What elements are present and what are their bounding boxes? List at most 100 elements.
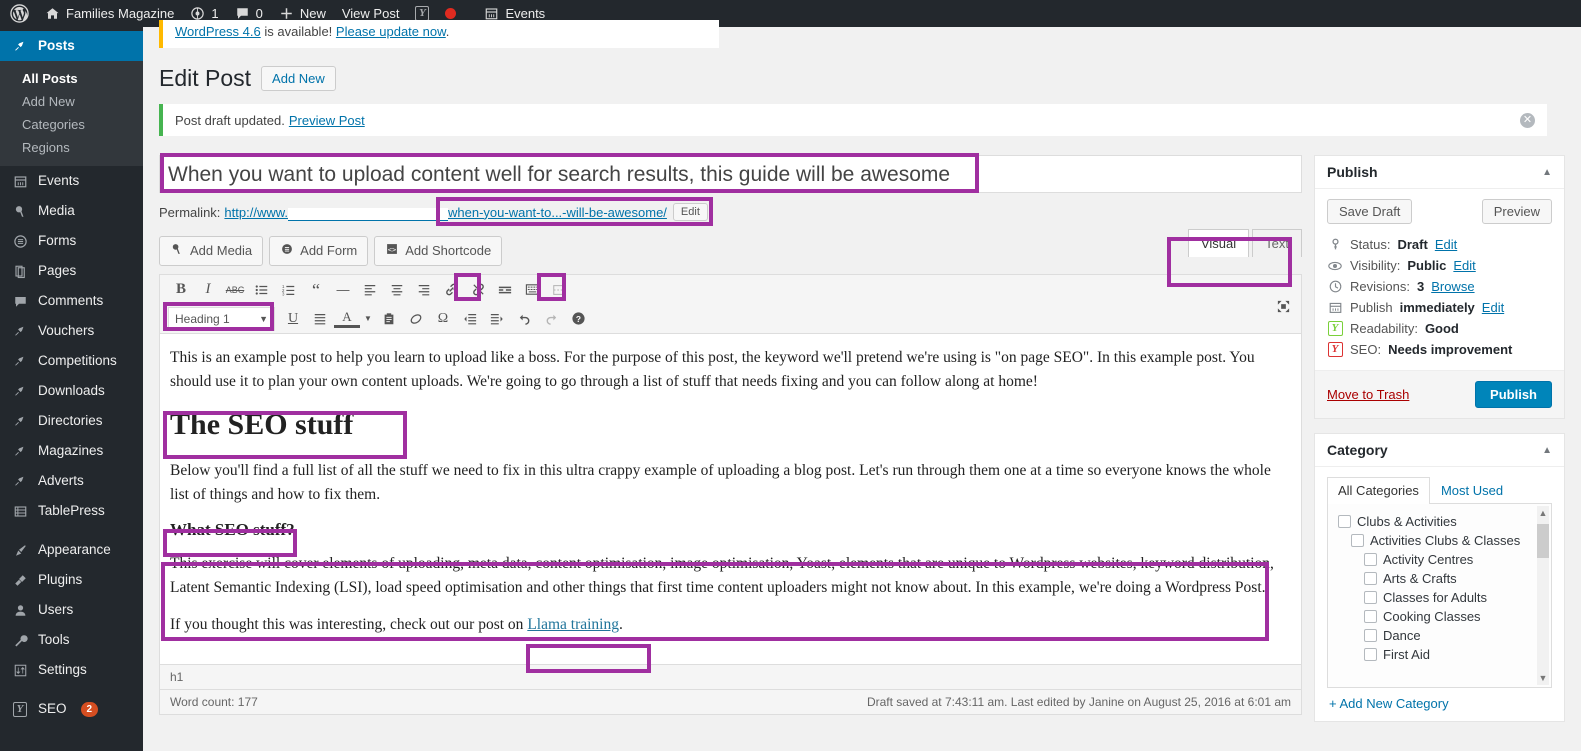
chevron-up-icon[interactable]: ▲	[1542, 445, 1552, 456]
dismiss-notice-icon[interactable]: ✕	[1520, 113, 1535, 128]
underline-icon[interactable]: U	[280, 307, 306, 331]
keyboard-shortcuts-icon[interactable]: ?	[565, 307, 591, 331]
sidebar-subitem-all-posts[interactable]: All Posts	[0, 67, 143, 90]
checkbox-icon[interactable]	[1364, 591, 1377, 604]
scrollbar-thumb[interactable]	[1537, 524, 1549, 558]
special-character-icon[interactable]: Ω	[430, 307, 456, 331]
checkbox-icon[interactable]	[1364, 553, 1377, 566]
sidebar-item-comments[interactable]: Comments	[0, 286, 143, 316]
edit-publish-date-link[interactable]: Edit	[1482, 300, 1504, 315]
insert-link-icon[interactable]	[438, 278, 464, 302]
distraction-free-writing-icon[interactable]	[1276, 299, 1291, 319]
please-update-now-link[interactable]: Please update now	[336, 24, 446, 39]
checkbox-icon[interactable]	[1364, 629, 1377, 642]
edit-permalink-button[interactable]: Edit	[672, 203, 708, 221]
category-item[interactable]: Cooking Classes	[1334, 607, 1547, 626]
sidebar-item-events[interactable]: Events	[0, 166, 143, 196]
sidebar-subitem-regions[interactable]: Regions	[0, 136, 143, 159]
align-right-icon[interactable]	[411, 278, 437, 302]
toggle-toolbar-icon[interactable]	[519, 278, 545, 302]
redo-icon[interactable]	[538, 307, 564, 331]
text-color-dropdown-icon[interactable]: ▼	[361, 307, 375, 331]
add-new-category-link[interactable]: + Add New Category	[1327, 688, 1552, 711]
category-checklist[interactable]: Clubs & Activities Activities Clubs & Cl…	[1327, 504, 1552, 688]
publish-button[interactable]: Publish	[1475, 381, 1552, 408]
checkbox-icon[interactable]	[1364, 610, 1377, 623]
checkbox-icon[interactable]	[1351, 534, 1364, 547]
tab-text[interactable]: Text	[1252, 229, 1302, 257]
align-left-icon[interactable]	[357, 278, 383, 302]
sidebar-item-pages[interactable]: Pages	[0, 256, 143, 286]
unlink-icon[interactable]	[465, 278, 491, 302]
permalink-prefix[interactable]: http://www.	[224, 205, 288, 220]
sidebar-item-downloads[interactable]: Downloads	[0, 376, 143, 406]
outdent-icon[interactable]	[457, 307, 483, 331]
add-media-button[interactable]: Add Media	[159, 236, 264, 266]
checkbox-icon[interactable]	[1364, 648, 1377, 661]
horizontal-rule-icon[interactable]: —	[330, 278, 356, 302]
preview-post-link[interactable]: Preview Post	[289, 113, 365, 128]
tab-visual[interactable]: Visual	[1187, 229, 1250, 257]
sidebar-item-tools[interactable]: Tools	[0, 625, 143, 655]
wordpress-version-link[interactable]: WordPress 4.6	[175, 24, 261, 39]
chevron-up-icon[interactable]: ▲	[1542, 167, 1552, 178]
post-title-input[interactable]: When you want to upload content well for…	[159, 155, 1302, 193]
sidebar-subitem-add-new[interactable]: Add New	[0, 90, 143, 113]
align-center-icon[interactable]	[384, 278, 410, 302]
strikethrough-icon[interactable]: ABC	[222, 278, 248, 302]
add-form-button[interactable]: Add Form	[269, 236, 369, 266]
undo-icon[interactable]	[511, 307, 537, 331]
sidebar-item-vouchers[interactable]: Vouchers	[0, 316, 143, 346]
category-item[interactable]: Activity Centres	[1334, 550, 1547, 569]
read-more-icon[interactable]	[492, 278, 518, 302]
blockquote-icon[interactable]: “	[303, 278, 329, 302]
browse-revisions-link[interactable]: Browse	[1431, 279, 1474, 294]
indent-icon[interactable]	[484, 307, 510, 331]
permalink-slug[interactable]: when-you-want-to...-will-be-awesome/	[448, 205, 667, 220]
checkbox-icon[interactable]	[1338, 515, 1351, 528]
sidebar-item-magazines[interactable]: Magazines	[0, 436, 143, 466]
clear-formatting-icon[interactable]	[403, 307, 429, 331]
bulleted-list-icon[interactable]	[249, 278, 275, 302]
llama-training-link[interactable]: Llama training	[527, 616, 619, 633]
sidebar-item-directories[interactable]: Directories	[0, 406, 143, 436]
move-to-trash-link[interactable]: Move to Trash	[1327, 387, 1409, 402]
sidebar-item-tablepress[interactable]: TablePress	[0, 496, 143, 526]
add-shortcode-button[interactable]: <> Add Shortcode	[374, 236, 503, 266]
format-select[interactable]: Heading 1 ▼	[168, 306, 275, 331]
category-item[interactable]: First Aid	[1334, 645, 1547, 664]
add-new-button[interactable]: Add New	[261, 66, 336, 91]
text-color-icon[interactable]: A	[334, 309, 360, 328]
category-item[interactable]: Classes for Adults	[1334, 588, 1547, 607]
edit-status-link[interactable]: Edit	[1435, 237, 1457, 252]
sidebar-item-media[interactable]: Media	[0, 196, 143, 226]
category-item[interactable]: Arts & Crafts	[1334, 569, 1547, 588]
save-draft-button[interactable]: Save Draft	[1327, 199, 1413, 224]
sidebar-item-posts[interactable]: Posts	[0, 31, 151, 61]
scroll-up-icon[interactable]: ▲	[1537, 508, 1549, 518]
sidebar-item-settings[interactable]: Settings	[0, 655, 143, 685]
sidebar-item-forms[interactable]: Forms	[0, 226, 143, 256]
sidebar-item-appearance[interactable]: Appearance	[0, 535, 143, 565]
sidebar-subitem-categories[interactable]: Categories	[0, 113, 143, 136]
sidebar-item-seo[interactable]: Y SEO 2	[0, 694, 143, 724]
wordpress-logo-icon[interactable]	[0, 0, 37, 27]
page-break-icon[interactable]	[546, 278, 572, 302]
sidebar-item-users[interactable]: Users	[0, 595, 143, 625]
sidebar-item-competitions[interactable]: Competitions	[0, 346, 143, 376]
tab-all-categories[interactable]: All Categories	[1327, 477, 1430, 504]
preview-button[interactable]: Preview	[1481, 199, 1552, 224]
category-item[interactable]: Dance	[1334, 626, 1547, 645]
checkbox-icon[interactable]	[1364, 572, 1377, 585]
paste-as-text-icon[interactable]	[376, 307, 402, 331]
italic-icon[interactable]: I	[195, 278, 221, 302]
edit-visibility-link[interactable]: Edit	[1453, 258, 1475, 273]
numbered-list-icon[interactable]: 123	[276, 278, 302, 302]
justify-icon[interactable]	[307, 307, 333, 331]
editor-content-body[interactable]: This is an example post to help you lear…	[160, 334, 1301, 664]
bold-icon[interactable]: B	[168, 278, 194, 302]
tab-most-used[interactable]: Most Used	[1430, 477, 1514, 503]
scroll-down-icon[interactable]: ▼	[1537, 673, 1549, 683]
category-item[interactable]: Activities Clubs & Classes	[1334, 531, 1547, 550]
sidebar-item-adverts[interactable]: Adverts	[0, 466, 143, 496]
